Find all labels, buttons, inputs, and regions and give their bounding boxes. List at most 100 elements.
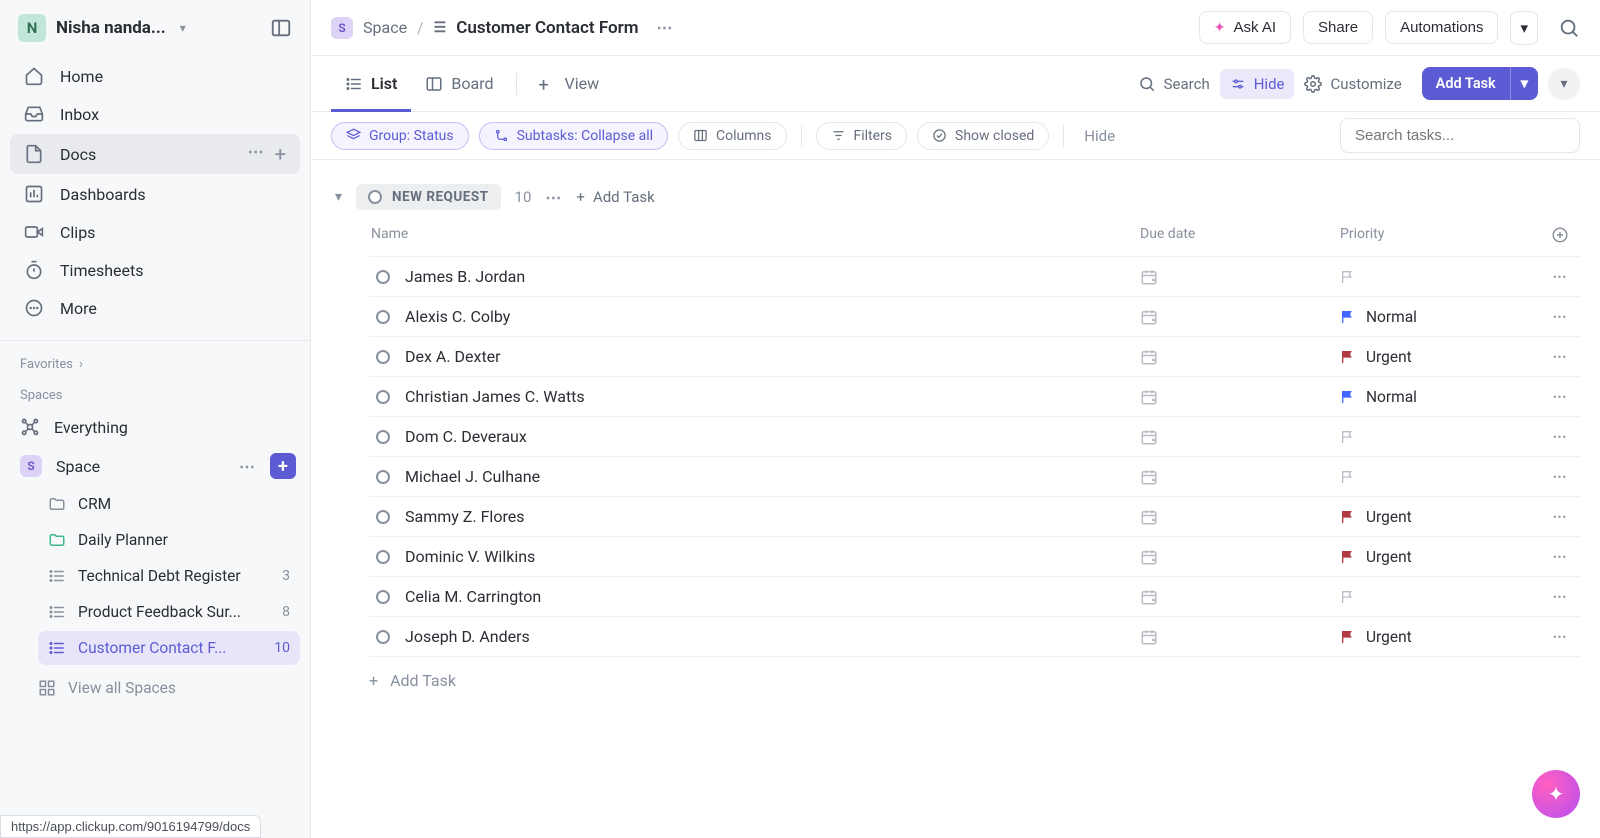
add-view-button[interactable]: + View bbox=[525, 56, 614, 112]
sidebar-collapse-icon[interactable] bbox=[270, 17, 292, 39]
tree-item[interactable]: Product Feedback Sur... 8 bbox=[38, 595, 300, 629]
task-due-date[interactable] bbox=[1140, 268, 1340, 286]
space-add-button[interactable]: + bbox=[270, 453, 296, 479]
task-row[interactable]: Michael J. Culhane ⋯ bbox=[369, 456, 1580, 496]
task-due-date[interactable] bbox=[1140, 628, 1340, 646]
flag-icon[interactable] bbox=[1340, 349, 1356, 365]
nav-docs[interactable]: Docs ⋯ + bbox=[10, 134, 300, 174]
task-name[interactable]: Sammy Z. Flores bbox=[397, 507, 1140, 526]
view-tab-board[interactable]: Board bbox=[411, 56, 507, 112]
flag-icon[interactable] bbox=[1340, 549, 1356, 565]
task-more-button[interactable]: ⋯ bbox=[1540, 629, 1580, 645]
more-icon[interactable]: ⋯ bbox=[248, 142, 265, 166]
tree-item[interactable]: Customer Contact F... 10 bbox=[38, 631, 300, 665]
show-closed-chip[interactable]: Show closed bbox=[917, 122, 1049, 150]
add-task-row-button[interactable]: + Add Task bbox=[325, 657, 1580, 690]
task-name[interactable]: Alexis C. Colby bbox=[397, 307, 1140, 326]
view-tab-list[interactable]: List bbox=[331, 56, 411, 112]
flag-icon[interactable] bbox=[1340, 589, 1356, 605]
task-name[interactable]: Dominic V. Wilkins bbox=[397, 547, 1140, 566]
task-row[interactable]: Dex A. Dexter Urgent ⋯ bbox=[369, 336, 1580, 376]
automations-button[interactable]: Automations bbox=[1385, 11, 1498, 44]
everything-link[interactable]: Everything bbox=[0, 409, 310, 445]
hide-view-button[interactable]: Hide bbox=[1220, 69, 1295, 99]
task-due-date[interactable] bbox=[1140, 308, 1340, 326]
breadcrumb-more-icon[interactable]: ⋯ bbox=[657, 18, 674, 37]
flag-icon[interactable] bbox=[1340, 269, 1356, 285]
tree-item[interactable]: Technical Debt Register 3 bbox=[38, 559, 300, 593]
task-due-date[interactable] bbox=[1140, 348, 1340, 366]
search-view-button[interactable]: Search bbox=[1128, 69, 1220, 99]
columns-chip[interactable]: Columns bbox=[678, 122, 786, 150]
task-row[interactable]: Joseph D. Anders Urgent ⋯ bbox=[369, 616, 1580, 657]
task-more-button[interactable]: ⋯ bbox=[1540, 269, 1580, 285]
space-row[interactable]: S Space ⋯ + bbox=[0, 445, 310, 487]
task-row[interactable]: Christian James C. Watts Normal ⋯ bbox=[369, 376, 1580, 416]
task-due-date[interactable] bbox=[1140, 548, 1340, 566]
task-name[interactable]: Celia M. Carrington bbox=[397, 587, 1140, 606]
task-more-button[interactable]: ⋯ bbox=[1540, 389, 1580, 405]
group-toggle[interactable]: ▾ bbox=[335, 189, 342, 205]
nav-inbox[interactable]: Inbox bbox=[10, 96, 300, 132]
search-icon[interactable] bbox=[1558, 17, 1580, 39]
column-name-header[interactable]: Name bbox=[371, 226, 1140, 244]
task-more-button[interactable]: ⋯ bbox=[1540, 589, 1580, 605]
view-more-button[interactable]: ▾ bbox=[1548, 68, 1580, 100]
task-row[interactable]: Sammy Z. Flores Urgent ⋯ bbox=[369, 496, 1580, 536]
flag-icon[interactable] bbox=[1340, 469, 1356, 485]
task-name[interactable]: Joseph D. Anders bbox=[397, 627, 1140, 646]
breadcrumb-space-link[interactable]: Space bbox=[363, 18, 407, 37]
task-name[interactable]: Dom C. Deveraux bbox=[397, 427, 1140, 446]
task-due-date[interactable] bbox=[1140, 508, 1340, 526]
nav-dashboards[interactable]: Dashboards bbox=[10, 176, 300, 212]
task-priority[interactable]: Urgent bbox=[1340, 628, 1540, 646]
nav-timesheets[interactable]: Timesheets bbox=[10, 252, 300, 288]
task-more-button[interactable]: ⋯ bbox=[1540, 469, 1580, 485]
task-due-date[interactable] bbox=[1140, 428, 1340, 446]
task-status[interactable] bbox=[369, 390, 397, 404]
nav-more[interactable]: More bbox=[10, 290, 300, 326]
plus-icon[interactable]: + bbox=[275, 142, 286, 166]
task-row[interactable]: Dominic V. Wilkins Urgent ⋯ bbox=[369, 536, 1580, 576]
task-name[interactable]: Dex A. Dexter bbox=[397, 347, 1140, 366]
view-all-spaces[interactable]: View all Spaces bbox=[38, 671, 272, 705]
task-row[interactable]: James B. Jordan ⋯ bbox=[369, 256, 1580, 296]
task-more-button[interactable]: ⋯ bbox=[1540, 349, 1580, 365]
add-task-button[interactable]: Add Task ▾ bbox=[1422, 67, 1538, 100]
task-name[interactable]: Christian James C. Watts bbox=[397, 387, 1140, 406]
group-more-icon[interactable]: ⋯ bbox=[545, 188, 562, 207]
customize-view-button[interactable]: Customize bbox=[1294, 69, 1411, 99]
column-due-header[interactable]: Due date bbox=[1140, 226, 1340, 244]
task-status[interactable] bbox=[369, 470, 397, 484]
nav-clips[interactable]: Clips bbox=[10, 214, 300, 250]
task-status[interactable] bbox=[369, 430, 397, 444]
task-status[interactable] bbox=[369, 350, 397, 364]
task-status[interactable] bbox=[369, 270, 397, 284]
task-status[interactable] bbox=[369, 630, 397, 644]
subtasks-chip[interactable]: Subtasks: Collapse all bbox=[479, 122, 668, 150]
flag-icon[interactable] bbox=[1340, 429, 1356, 445]
hide-filters-link[interactable]: Hide bbox=[1084, 127, 1115, 145]
tree-item[interactable]: Daily Planner bbox=[38, 523, 300, 557]
task-row[interactable]: Celia M. Carrington ⋯ bbox=[369, 576, 1580, 616]
task-more-button[interactable]: ⋯ bbox=[1540, 549, 1580, 565]
flag-icon[interactable] bbox=[1340, 629, 1356, 645]
task-priority[interactable]: Urgent bbox=[1340, 548, 1540, 566]
task-due-date[interactable] bbox=[1140, 388, 1340, 406]
task-priority[interactable] bbox=[1340, 589, 1540, 605]
task-status[interactable] bbox=[369, 510, 397, 524]
task-more-button[interactable]: ⋯ bbox=[1540, 509, 1580, 525]
task-row[interactable]: Dom C. Deveraux ⋯ bbox=[369, 416, 1580, 456]
column-priority-header[interactable]: Priority bbox=[1340, 226, 1540, 244]
ai-fab-button[interactable]: ✦ bbox=[1532, 770, 1580, 818]
add-task-dropdown[interactable]: ▾ bbox=[1510, 67, 1538, 100]
ask-ai-button[interactable]: ✦Ask AI bbox=[1199, 11, 1291, 44]
task-row[interactable]: Alexis C. Colby Normal ⋯ bbox=[369, 296, 1580, 336]
task-name[interactable]: Michael J. Culhane bbox=[397, 467, 1140, 486]
flag-icon[interactable] bbox=[1340, 509, 1356, 525]
task-more-button[interactable]: ⋯ bbox=[1540, 309, 1580, 325]
flag-icon[interactable] bbox=[1340, 389, 1356, 405]
nav-home[interactable]: Home bbox=[10, 58, 300, 94]
task-due-date[interactable] bbox=[1140, 468, 1340, 486]
add-column-button[interactable] bbox=[1540, 226, 1580, 244]
